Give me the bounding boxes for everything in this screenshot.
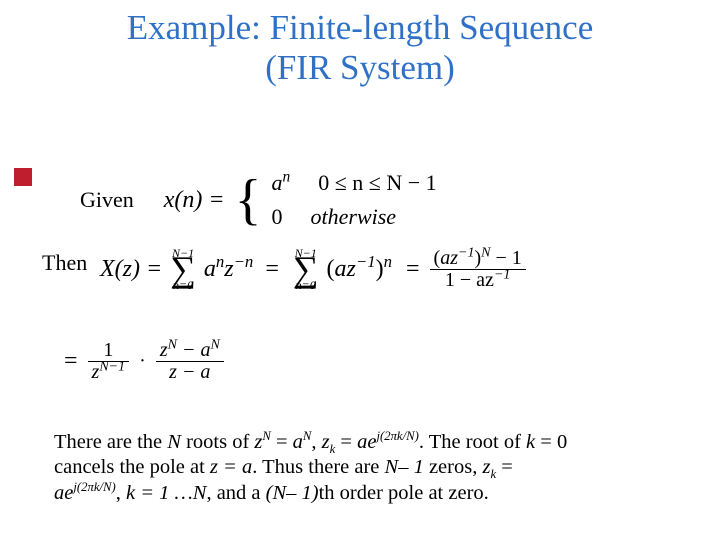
case1-cond: 0 ≤ n ≤ N − 1 [318,170,436,196]
conclusion-paragraph: There are the N roots of zN = aN, zk = a… [54,430,712,506]
case-1: an 0 ≤ n ≤ N − 1 [272,170,437,196]
frac-2: zN − aN z − a [156,340,224,383]
given-lhs: x(n) = [164,187,225,214]
cdot: · [139,350,146,373]
title-line-2: (FIR System) [265,48,455,87]
term-an-zn: anz−n [204,256,253,283]
bullet-accent [14,168,32,186]
given-label: Given [80,187,134,213]
title-line-1: Example: Finite-length Sequence [127,8,594,47]
equation-line-2: = 1 zN−1 · zN − aN z − a [64,340,224,383]
case-2: 0 otherwise [272,204,437,230]
case2-cond: otherwise [311,204,397,230]
given-equation: x(n) = { an 0 ≤ n ≤ N − 1 0 otherwise [164,170,437,230]
rhs-fraction: (az−1)N − 1 1 − az−1 [430,248,526,291]
frac-1: 1 zN−1 [88,340,130,383]
equation-line-1: X(z) = N−1 ∑ n=0 anz−n = N−1 ∑ n=0 (az−1… [100,248,526,291]
eq-sign-2: = [406,256,420,283]
Xz: X(z) = [100,256,162,283]
eq-sign-1: = [265,256,279,283]
sum-1: N−1 ∑ n=0 [170,248,196,291]
eq-sign-3: = [64,348,78,375]
slide-title: Example: Finite-length Sequence (FIR Sys… [0,0,720,93]
then-label: Then [42,250,87,276]
case1-expr: an [272,170,291,196]
open-brace: { [235,175,262,225]
sum-2: N−1 ∑ n=0 [293,248,319,291]
piecewise-cases: an 0 ≤ n ≤ N − 1 0 otherwise [272,170,437,230]
case2-expr: 0 [272,204,283,230]
term-az-n: (az−1)n [327,256,392,283]
given-row: Given x(n) = { an 0 ≤ n ≤ N − 1 0 otherw… [80,170,437,230]
